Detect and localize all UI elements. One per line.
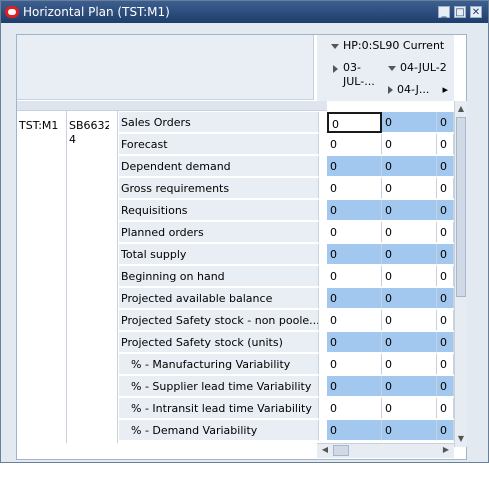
row-label: Projected Safety stock (units) bbox=[119, 332, 319, 353]
close-icon[interactable]: ✕ bbox=[470, 6, 482, 18]
value-cell[interactable]: 0 bbox=[382, 398, 437, 419]
value-cell[interactable]: 0 bbox=[382, 112, 437, 133]
scroll-right-icon[interactable]: ▶ bbox=[440, 444, 452, 456]
value-cell[interactable]: 0 bbox=[382, 332, 437, 353]
expand-icon[interactable] bbox=[388, 86, 393, 94]
value-cell[interactable]: 0 bbox=[327, 156, 382, 177]
value-cell[interactable]: 0 bbox=[437, 310, 454, 331]
value-cell[interactable]: 0 bbox=[327, 354, 382, 375]
value-cell[interactable]: 0 bbox=[327, 376, 382, 397]
value-cell[interactable]: 0 bbox=[382, 200, 437, 221]
value-cell[interactable]: 0 bbox=[327, 398, 382, 419]
value-cell[interactable]: 0 bbox=[382, 244, 437, 265]
expand-icon[interactable] bbox=[333, 65, 338, 73]
value-cell[interactable]: 0 bbox=[327, 200, 382, 221]
value-cell[interactable]: 0 bbox=[327, 288, 382, 309]
value-cell[interactable]: 0 bbox=[327, 178, 382, 199]
title-bar[interactable]: Horizontal Plan (TST:M1) _ □ ✕ bbox=[1, 1, 488, 23]
row-label: Sales Orders bbox=[119, 112, 319, 133]
value-cell[interactable]: 0 bbox=[327, 266, 382, 287]
value-cell[interactable]: 0 bbox=[327, 222, 382, 243]
scroll-right-icon[interactable]: ▸ bbox=[442, 79, 448, 101]
scroll-down-icon[interactable]: ▼ bbox=[455, 433, 467, 445]
value-cell[interactable]: 0 bbox=[437, 244, 454, 265]
scroll-up-icon[interactable]: ▲ bbox=[455, 103, 467, 115]
divider bbox=[66, 111, 67, 443]
value-cell[interactable]: 0 bbox=[382, 288, 437, 309]
row-label: Dependent demand bbox=[119, 156, 319, 177]
value-cell[interactable]: 0 bbox=[382, 156, 437, 177]
value-cell[interactable]: 0 bbox=[382, 420, 437, 441]
collapse-icon[interactable] bbox=[388, 65, 396, 71]
grid-corner bbox=[17, 35, 314, 100]
row-label: Gross requirements bbox=[119, 178, 319, 199]
value-cell[interactable]: 0 bbox=[382, 266, 437, 287]
value-cell[interactable]: 0 bbox=[437, 288, 454, 309]
value-cell[interactable]: 0 bbox=[437, 420, 454, 441]
value-cell[interactable]: 0 bbox=[382, 376, 437, 397]
value-cell[interactable]: 0 bbox=[437, 156, 454, 177]
scroll-left-icon[interactable]: ◀ bbox=[319, 444, 331, 456]
value-cell[interactable]: 0 bbox=[382, 222, 437, 243]
row-header-strip bbox=[17, 101, 327, 111]
h-scroll-thumb[interactable] bbox=[333, 445, 349, 456]
value-cell[interactable]: 0 bbox=[437, 332, 454, 353]
value-cell[interactable]: 0 bbox=[437, 112, 454, 133]
item-key: SB6632 4 bbox=[69, 119, 109, 146]
row-label: Forecast bbox=[119, 134, 319, 155]
scroll-thumb[interactable] bbox=[456, 117, 466, 297]
value-cell[interactable]: 0 bbox=[382, 310, 437, 331]
org-key: TST:M1 bbox=[19, 119, 59, 132]
value-cell[interactable]: 0 bbox=[437, 178, 454, 199]
value-cell[interactable]: 0 bbox=[382, 354, 437, 375]
value-cell[interactable]: 0 bbox=[437, 134, 454, 155]
date-column-header-1[interactable]: 03-JUL-... bbox=[317, 57, 384, 101]
value-cell[interactable]: 0 bbox=[437, 354, 454, 375]
row-label: Total supply bbox=[119, 244, 319, 265]
row-label: % - Intransit lead time Variability bbox=[119, 398, 319, 419]
value-cell[interactable]: 0 bbox=[437, 376, 454, 397]
vertical-scrollbar[interactable]: ▲ ▼ bbox=[454, 101, 467, 447]
collapse-icon[interactable] bbox=[331, 43, 339, 49]
date-subcolumn-header[interactable]: 04-J... ▸ bbox=[384, 79, 454, 101]
value-cell[interactable]: 0 bbox=[437, 398, 454, 419]
row-label: Projected available balance bbox=[119, 288, 319, 309]
row-label: % - Manufacturing Variability bbox=[119, 354, 319, 375]
value-cell[interactable]: 0 bbox=[382, 134, 437, 155]
value-cell[interactable]: 0 bbox=[327, 134, 382, 155]
value-cell[interactable]: 0 bbox=[437, 200, 454, 221]
value-cell[interactable]: 0 bbox=[327, 244, 382, 265]
plan-column-header[interactable]: HP:0:SL90 Current bbox=[317, 35, 454, 57]
plan-grid: HP:0:SL90 Current 03-JUL-... 04-JUL-2 04… bbox=[16, 34, 467, 460]
value-cell[interactable]: 0 bbox=[327, 112, 382, 133]
minimize-icon[interactable]: _ bbox=[438, 6, 450, 18]
value-cell[interactable]: 0 bbox=[437, 222, 454, 243]
value-cell[interactable]: 0 bbox=[382, 178, 437, 199]
row-label: Requisitions bbox=[119, 200, 319, 221]
horizontal-scrollbar[interactable]: ◀ ▶ bbox=[317, 443, 454, 458]
row-label: Planned orders bbox=[119, 222, 319, 243]
row-label: Beginning on hand bbox=[119, 266, 319, 287]
row-label: % - Supplier lead time Variability bbox=[119, 376, 319, 397]
row-label: Projected Safety stock - non poole... bbox=[119, 310, 319, 331]
value-cell[interactable]: 0 bbox=[327, 332, 382, 353]
horizontal-plan-window: Horizontal Plan (TST:M1) _ □ ✕ HP:0:SL90… bbox=[0, 0, 489, 463]
window-title: Horizontal Plan (TST:M1) bbox=[23, 5, 170, 19]
row-label: % - Demand Variability bbox=[119, 420, 319, 441]
divider bbox=[117, 111, 118, 443]
value-cell[interactable]: 0 bbox=[437, 266, 454, 287]
maximize-icon[interactable]: □ bbox=[454, 6, 466, 18]
value-cell[interactable]: 0 bbox=[327, 310, 382, 331]
date-column-header-2[interactable]: 04-JUL-2 bbox=[384, 57, 454, 79]
value-cell[interactable]: 0 bbox=[327, 420, 382, 441]
oracle-logo-icon bbox=[5, 6, 19, 18]
